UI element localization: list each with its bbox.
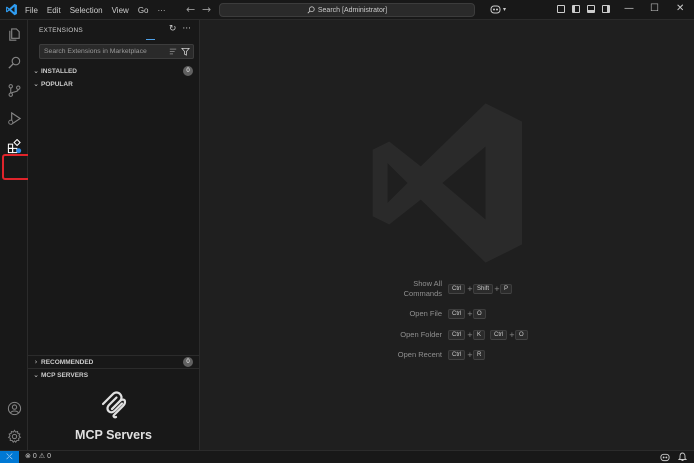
shortcut-open-folder: Open Folder [400,330,442,339]
toggle-panel-icon[interactable] [587,5,595,13]
mcp-servers-title: MCP Servers [75,428,152,442]
forward-arrow-icon[interactable]: → [202,4,211,15]
mcp-logo-icon [101,391,127,419]
vscode-logo-icon [6,3,17,16]
run-debug-icon[interactable] [4,108,24,128]
section-popular-label: POPULAR [41,80,73,88]
accounts-icon[interactable] [4,398,24,418]
chevron-down-icon: ⌄ [33,80,39,88]
section-recommended[interactable]: › RECOMMENDED 0 [28,356,199,368]
command-center-search[interactable]: Search [Administrator] [219,3,475,17]
editor-area: Show All Commands Ctrl + Shift + P Open … [200,20,694,450]
copilot-icon [490,5,501,14]
maximize-icon[interactable]: ☐ [650,3,659,15]
toggle-primary-sidebar-icon[interactable] [572,5,580,13]
settings-gear-icon[interactable] [4,426,24,446]
key-plus: + [509,331,515,339]
extensions-search-box[interactable] [39,44,194,59]
extensions-search-input[interactable] [40,45,170,58]
section-installed[interactable]: ⌄ INSTALLED 0 [28,65,199,77]
key-plus: + [467,310,473,318]
notifications-bell-icon[interactable] [677,452,688,463]
copilot-menu[interactable]: ▾ [490,4,506,14]
key-plus: + [467,351,473,359]
extensions-sidebar: EXTENSIONS ↻ ··· ⌄ INSTALLED 0 ⌄ POPULAR… [28,20,200,450]
key-cap: K [473,330,486,340]
problems-indicator[interactable]: ⊗ 0 ⚠ 0 [25,452,53,461]
shortcut-open-recent: Open Recent [397,350,442,359]
warning-icon: ⚠ [38,453,46,460]
toggle-secondary-sidebar-icon[interactable] [602,5,610,13]
menu-selection[interactable]: Selection [70,6,103,15]
minimize-icon[interactable]: — [624,3,634,15]
key-cap: P [500,284,513,294]
sidebar-title: EXTENSIONS [39,27,83,34]
menu-edit[interactable]: Edit [47,6,61,15]
warning-count: 0 [47,452,51,460]
recommended-count-badge: 0 [183,357,193,367]
close-icon[interactable]: ✕ [676,3,684,15]
focus-indicator [146,39,155,40]
shortcut-show-all-commands: Show All Commands [380,279,442,299]
chevron-down-icon: ▾ [503,5,507,13]
shortcut-label-line2: Commands [403,289,442,298]
activity-bar [0,20,35,450]
customize-layout-icon[interactable] [557,5,565,13]
section-mcp-label: MCP SERVERS [41,371,89,379]
remote-indicator-icon[interactable]: ⤫ [0,451,19,463]
section-recommended-label: RECOMMENDED [41,358,94,366]
layout-controls [557,5,617,13]
explorer-icon[interactable] [4,24,24,44]
shortcut-open-file: Open File [409,309,442,318]
key-cap: Shift [473,284,494,294]
search-view-icon[interactable] [4,52,24,72]
shortcut-label-line1: Show All [413,279,442,288]
search-label: Search [Administrator] [317,6,388,14]
refresh-icon[interactable]: ↻ [169,24,177,34]
title-bar: File Edit Selection View Go ··· ← → Sear… [0,0,694,20]
chevron-down-icon: ⌄ [33,67,39,75]
key-cap: Ctrl [448,309,466,319]
menu-file[interactable]: File [25,6,38,15]
error-count: 0 [32,452,37,460]
key-plus: + [467,285,473,293]
section-installed-label: INSTALLED [41,67,77,75]
chevron-right-icon: › [34,358,38,366]
menu-view[interactable]: View [112,6,129,15]
installed-count-badge: 0 [183,66,193,76]
search-icon [307,6,315,14]
key-plus: + [467,331,473,339]
menu-more[interactable]: ··· [157,6,165,15]
clear-filter-icon[interactable] [169,47,177,56]
status-bar: ⤫ ⊗ 0 ⚠ 0 [0,450,694,463]
section-popular[interactable]: ⌄ POPULAR [28,78,199,90]
sidebar-actions: ↻ ··· [163,24,191,34]
vscode-watermark-icon [372,103,523,263]
extensions-icon[interactable] [4,136,24,156]
filter-icon[interactable] [181,47,190,56]
copilot-status-icon[interactable] [660,452,670,463]
key-cap: Ctrl [448,284,466,294]
key-cap: Ctrl [448,350,466,360]
source-control-icon[interactable] [4,80,24,100]
menu-bar: File Edit Selection View Go ··· [25,0,174,20]
key-cap: Ctrl [490,330,508,340]
key-cap: Ctrl [448,330,466,340]
back-arrow-icon[interactable]: ← [186,4,195,15]
section-mcp-servers[interactable]: ⌄ MCP SERVERS [28,369,199,381]
key-cap: O [473,309,486,319]
key-plus: + [494,285,500,293]
key-cap: O [515,330,528,340]
chevron-down-icon: ⌄ [33,371,39,379]
more-actions-icon[interactable]: ··· [182,24,191,34]
menu-go[interactable]: Go [138,6,149,15]
key-cap: R [473,350,486,360]
error-icon: ⊗ [25,453,31,460]
